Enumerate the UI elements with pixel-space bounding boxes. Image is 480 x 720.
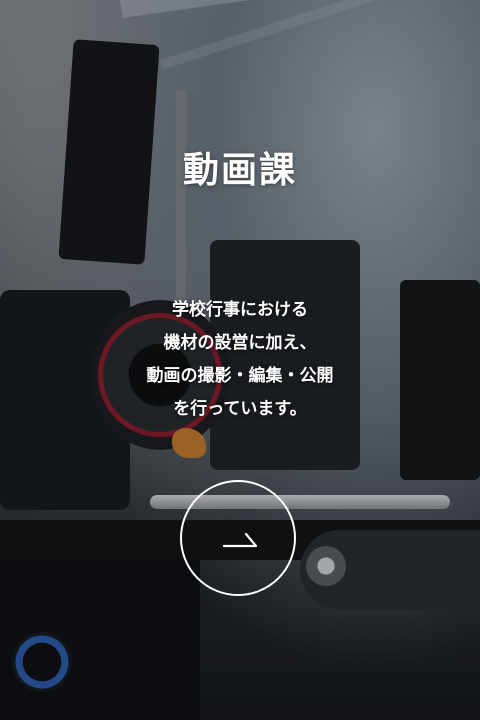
section-title: 動画課 [182,150,297,192]
more-link-button[interactable] [180,480,296,596]
description-line: 機材の設営に加え、 [163,333,317,353]
hero-card: 動画課 学校行事における 機材の設営に加え、 動画の撮影・編集・公開 を行ってい… [0,0,480,720]
description-line: 学校行事における [172,300,308,320]
arrow-right-icon [222,532,258,548]
description-line: 動画の撮影・編集・公開 [146,366,334,386]
section-description: 学校行事における 機材の設営に加え、 動画の撮影・編集・公開 を行っています。 [0,294,480,426]
description-line: を行っています。 [173,399,307,419]
